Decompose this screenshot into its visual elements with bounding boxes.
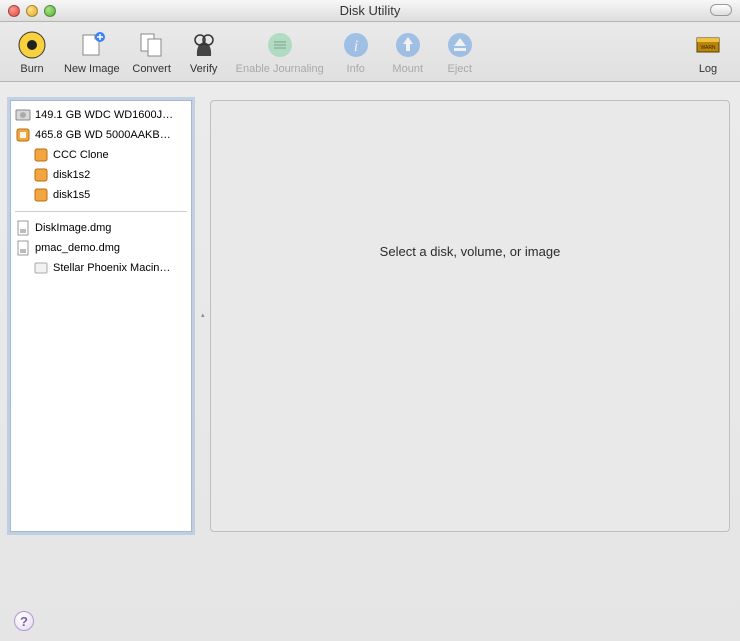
burn-button[interactable]: Burn bbox=[12, 29, 52, 75]
disk-label: 465.8 GB WD 5000AAKB… bbox=[35, 129, 171, 141]
image-label: DiskImage.dmg bbox=[35, 222, 111, 234]
image-row[interactable]: pmac_demo.dmg bbox=[11, 238, 191, 258]
enable-journaling-button: Enable Journaling bbox=[236, 29, 324, 75]
volume-row[interactable]: disk1s5 bbox=[11, 185, 191, 205]
svg-text:WARN: WARN bbox=[700, 45, 715, 51]
content-area: 149.1 GB WDC WD1600J… 465.8 GB WD 5000AA… bbox=[0, 82, 740, 552]
new-image-icon bbox=[76, 29, 108, 61]
titlebar: Disk Utility bbox=[0, 0, 740, 22]
mounted-volume-icon bbox=[33, 260, 49, 276]
help-button[interactable]: ? bbox=[14, 611, 34, 631]
dmg-icon bbox=[15, 220, 31, 236]
detail-pane: ▴ Select a disk, volume, or image bbox=[210, 100, 730, 532]
convert-label: Convert bbox=[132, 63, 171, 75]
eject-button: Eject bbox=[440, 29, 480, 75]
external-volume-icon bbox=[33, 147, 49, 163]
image-row[interactable]: DiskImage.dmg bbox=[11, 218, 191, 238]
external-volume-icon bbox=[33, 167, 49, 183]
eject-icon bbox=[444, 29, 476, 61]
external-volume-icon bbox=[33, 187, 49, 203]
new-image-button[interactable]: New Image bbox=[64, 29, 120, 75]
volume-label: disk1s5 bbox=[53, 189, 90, 201]
disk-row[interactable]: 149.1 GB WDC WD1600J… bbox=[11, 105, 191, 125]
disk-row[interactable]: 465.8 GB WD 5000AAKB… bbox=[11, 125, 191, 145]
verify-button[interactable]: Verify bbox=[184, 29, 224, 75]
external-disk-icon bbox=[15, 127, 31, 143]
mounted-image-row[interactable]: Stellar Phoenix Macin… bbox=[11, 258, 191, 278]
journaling-icon bbox=[264, 29, 296, 61]
convert-icon bbox=[136, 29, 168, 61]
toolbar-toggle-button[interactable] bbox=[710, 4, 732, 16]
verify-icon bbox=[188, 29, 220, 61]
window-title: Disk Utility bbox=[0, 3, 740, 18]
log-icon: WARN bbox=[692, 29, 724, 61]
log-button[interactable]: WARN Log bbox=[688, 29, 728, 75]
eject-label: Eject bbox=[447, 63, 471, 75]
log-label: Log bbox=[699, 63, 717, 75]
convert-button[interactable]: Convert bbox=[132, 29, 172, 75]
toolbar: Burn New Image Convert Verify Enable Jou… bbox=[0, 22, 740, 82]
mounted-image-label: Stellar Phoenix Macin… bbox=[53, 262, 170, 274]
split-handle[interactable]: ▴ bbox=[201, 311, 205, 319]
volume-label: CCC Clone bbox=[53, 149, 109, 161]
mount-button: Mount bbox=[388, 29, 428, 75]
info-button: i Info bbox=[336, 29, 376, 75]
internal-disk-icon bbox=[15, 107, 31, 123]
volume-label: disk1s2 bbox=[53, 169, 90, 181]
volume-row[interactable]: disk1s2 bbox=[11, 165, 191, 185]
mount-icon bbox=[392, 29, 424, 61]
footer: ? bbox=[14, 611, 34, 631]
enable-journaling-label: Enable Journaling bbox=[236, 63, 324, 75]
info-icon: i bbox=[340, 29, 372, 61]
new-image-label: New Image bbox=[64, 63, 120, 75]
info-label: Info bbox=[347, 63, 365, 75]
burn-icon bbox=[16, 29, 48, 61]
disk-label: 149.1 GB WDC WD1600J… bbox=[35, 109, 173, 121]
sidebar-divider bbox=[15, 211, 187, 212]
mount-label: Mount bbox=[392, 63, 423, 75]
svg-text:i: i bbox=[353, 38, 357, 55]
verify-label: Verify bbox=[190, 63, 218, 75]
placeholder-text: Select a disk, volume, or image bbox=[380, 244, 561, 259]
image-label: pmac_demo.dmg bbox=[35, 242, 120, 254]
burn-label: Burn bbox=[20, 63, 43, 75]
source-list[interactable]: 149.1 GB WDC WD1600J… 465.8 GB WD 5000AA… bbox=[10, 100, 192, 532]
volume-row[interactable]: CCC Clone bbox=[11, 145, 191, 165]
help-icon: ? bbox=[20, 614, 28, 629]
dmg-icon bbox=[15, 240, 31, 256]
